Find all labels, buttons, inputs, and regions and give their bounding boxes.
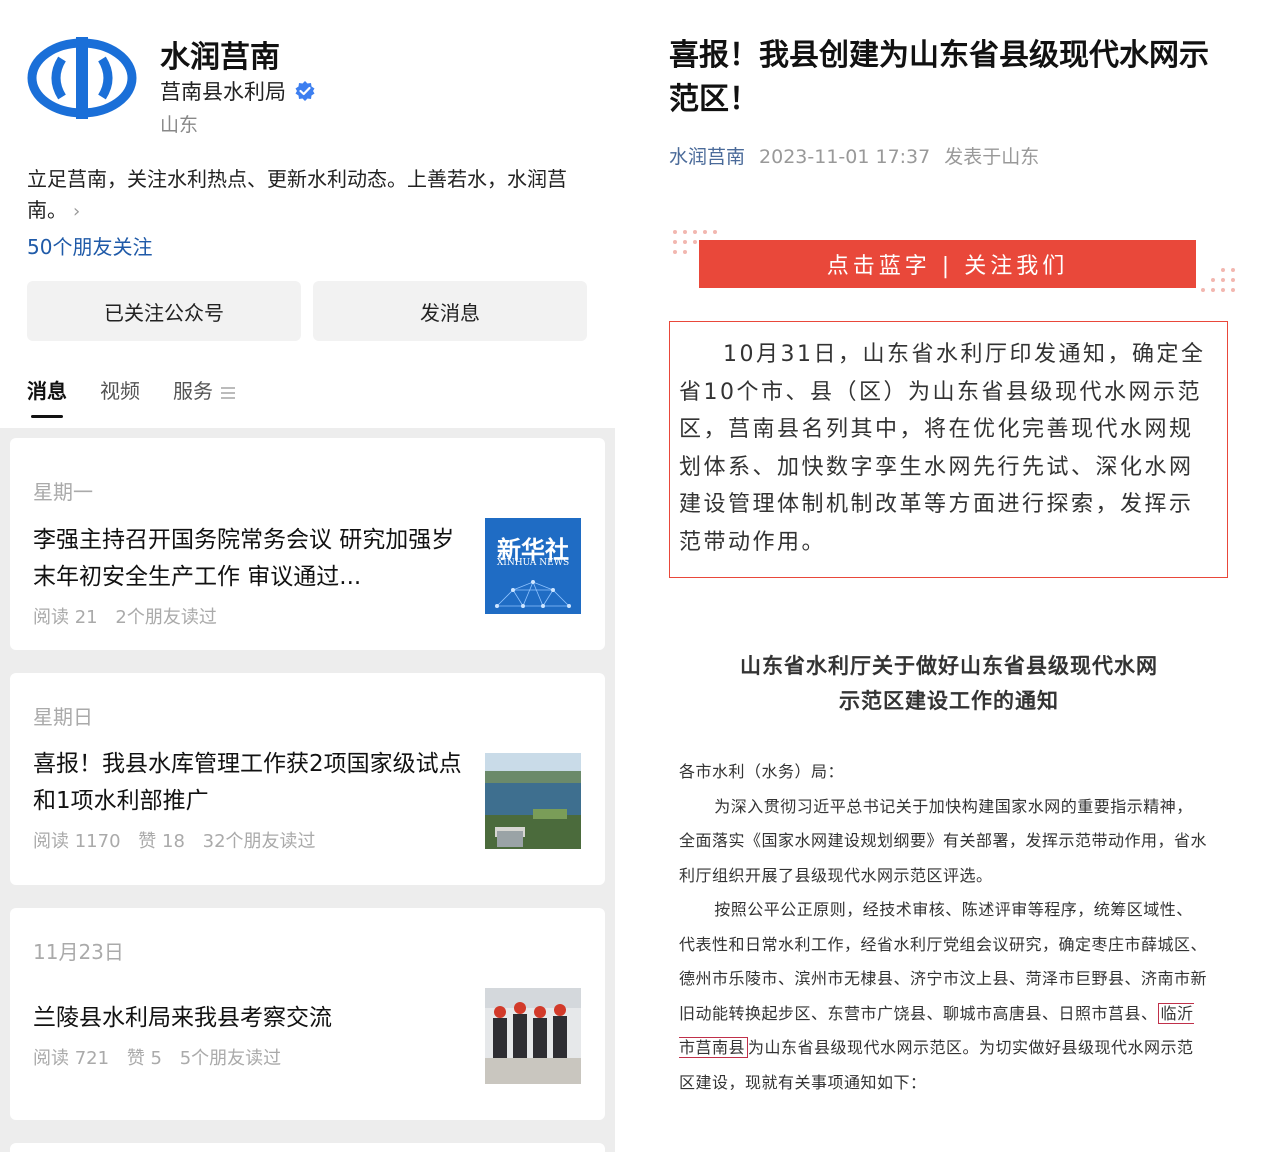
- notice-title-line1: 山东省水利厅关于做好山东省县级现代水网: [740, 653, 1158, 678]
- thumb-brand-sub: XINHUA NEWS: [496, 558, 570, 568]
- account-profile-panel: 水润莒南 莒南县水利局 山东 立足莒南，关注水利热点、更新水利动态。上善若水，水…: [0, 0, 615, 1152]
- network-graphic-icon: [495, 580, 571, 608]
- chevron-right-icon: ›: [73, 201, 81, 222]
- card-date: 星期一: [33, 480, 93, 504]
- tab-videos[interactable]: 视频: [100, 375, 140, 404]
- message-feed: 星期一 李强主持召开国务院常务会议 研究加强岁末年初安全生产工作 审议通过...…: [0, 428, 615, 1152]
- highlight-text: 10月31日，山东省水利厅印发通知，确定全省10个市、县（区）为山东省县级现代水…: [679, 342, 1206, 555]
- card-stats: 阅读 21 2个朋友读过: [33, 603, 229, 629]
- tab-messages[interactable]: 消息: [27, 375, 67, 418]
- decorative-dots-icon: [1201, 268, 1235, 292]
- notice-text: 为山东省县级现代水网示范区。为切实做好县级现代水网示范区建设，现就有关事项通知如…: [679, 1038, 1194, 1092]
- reservoir-photo-thumbnail: [485, 753, 581, 849]
- feed-card[interactable]: 星期日 喜报！我县水库管理工作获2项国家级试点和1项水利部推广 阅读 1170 …: [10, 673, 605, 885]
- feed-card[interactable]: 11月23日 兰陵县水利局来我县考察交流 阅读 721 赞 5 5个朋友读过: [10, 908, 605, 1120]
- article-source[interactable]: 水润莒南: [669, 146, 745, 168]
- menu-icon: [221, 386, 235, 399]
- follow-us-banner[interactable]: 点击蓝字 | 关注我们: [699, 240, 1196, 288]
- xinhua-thumbnail: 新华社 XINHUA NEWS: [485, 518, 581, 614]
- notice-greeting: 各市水利（水务）局：: [679, 762, 845, 781]
- notice-title: 山东省水利厅关于做好山东省县级现代水网 示范区建设工作的通知: [669, 648, 1229, 718]
- like-count: 赞 5: [126, 1048, 162, 1069]
- intro-text: 立足莒南，关注水利热点、更新水利动态。上善若水，水润莒南。: [27, 167, 567, 222]
- friends-following-link[interactable]: 50个朋友关注: [27, 231, 152, 260]
- followed-button[interactable]: 已关注公众号: [27, 281, 301, 341]
- feed-card[interactable]: 星期一 李强主持召开国务院常务会议 研究加强岁末年初安全生产工作 审议通过...…: [10, 438, 605, 650]
- visit-photo-thumbnail: [485, 988, 581, 1084]
- article-panel: 喜报！我县创建为山东省县级现代水网示范区！ 水润莒南 2023-11-01 17:…: [651, 0, 1267, 1152]
- tab-services[interactable]: 服务: [173, 375, 235, 404]
- verified-badge-icon: [295, 81, 315, 101]
- tab-services-label: 服务: [173, 379, 213, 403]
- org-row: 莒南县水利局: [160, 76, 316, 106]
- article-location: 发表于山东: [944, 146, 1040, 168]
- send-message-button[interactable]: 发消息: [313, 281, 587, 341]
- article-title: 喜报！我县创建为山东省县级现代水网示范区！: [669, 38, 1209, 117]
- card-date: 星期日: [33, 705, 93, 729]
- article-time: 2023-11-01 17:37: [759, 146, 931, 168]
- notice-title-line2: 示范区建设工作的通知: [839, 688, 1059, 713]
- read-count: 阅读 21: [33, 607, 98, 628]
- card-date: 11月23日: [33, 940, 124, 964]
- notice-paragraph: 按照公平公正原则，经技术审核、陈述评审等程序，统筹区域性、代表性和日常水利工作，…: [679, 893, 1209, 1100]
- account-logo: [27, 37, 137, 119]
- panel-divider: [615, 0, 651, 1152]
- friends-read: 2个朋友读过: [115, 607, 217, 628]
- article-meta: 水润莒南 2023-11-01 17:37 发表于山东: [669, 142, 1039, 169]
- notice-paragraph: 为深入贯彻习近平总书记关于加快构建国家水网的重要指示精神，全面落实《国家水网建设…: [679, 796, 1208, 885]
- card-title: 兰陵县水利局来我县考察交流: [33, 1005, 332, 1031]
- friends-read: 5个朋友读过: [179, 1048, 282, 1069]
- tab-bar: 消息 视频 服务: [27, 375, 235, 418]
- feed-card-partial: [10, 1143, 605, 1152]
- card-stats: 阅读 721 赞 5 5个朋友读过: [33, 1044, 293, 1070]
- friends-read: 32个朋友读过: [202, 831, 316, 852]
- account-intro[interactable]: 立足莒南，关注水利热点、更新水利动态。上善若水，水润莒南。 ›: [27, 164, 597, 227]
- region-label: 山东: [160, 114, 199, 136]
- notice-text: 按照公平公正原则，经技术审核、陈述评审等程序，统筹区域性、代表性和日常水利工作，…: [679, 900, 1208, 1023]
- notice-body: 各市水利（水务）局： 为深入贯彻习近平总书记关于加快构建国家水网的重要指示精神，…: [679, 755, 1209, 1100]
- card-title: 喜报！我县水库管理工作获2项国家级试点和1项水利部推广: [33, 751, 462, 814]
- account-name: 水润莒南: [160, 40, 280, 75]
- card-title: 李强主持召开国务院常务会议 研究加强岁末年初安全生产工作 审议通过...: [33, 527, 455, 590]
- like-count: 赞 18: [138, 831, 185, 852]
- org-name[interactable]: 莒南县水利局: [160, 76, 286, 106]
- read-count: 阅读 721: [33, 1048, 110, 1069]
- read-count: 阅读 1170: [33, 831, 121, 852]
- card-stats: 阅读 1170 赞 18 32个朋友读过: [33, 827, 328, 853]
